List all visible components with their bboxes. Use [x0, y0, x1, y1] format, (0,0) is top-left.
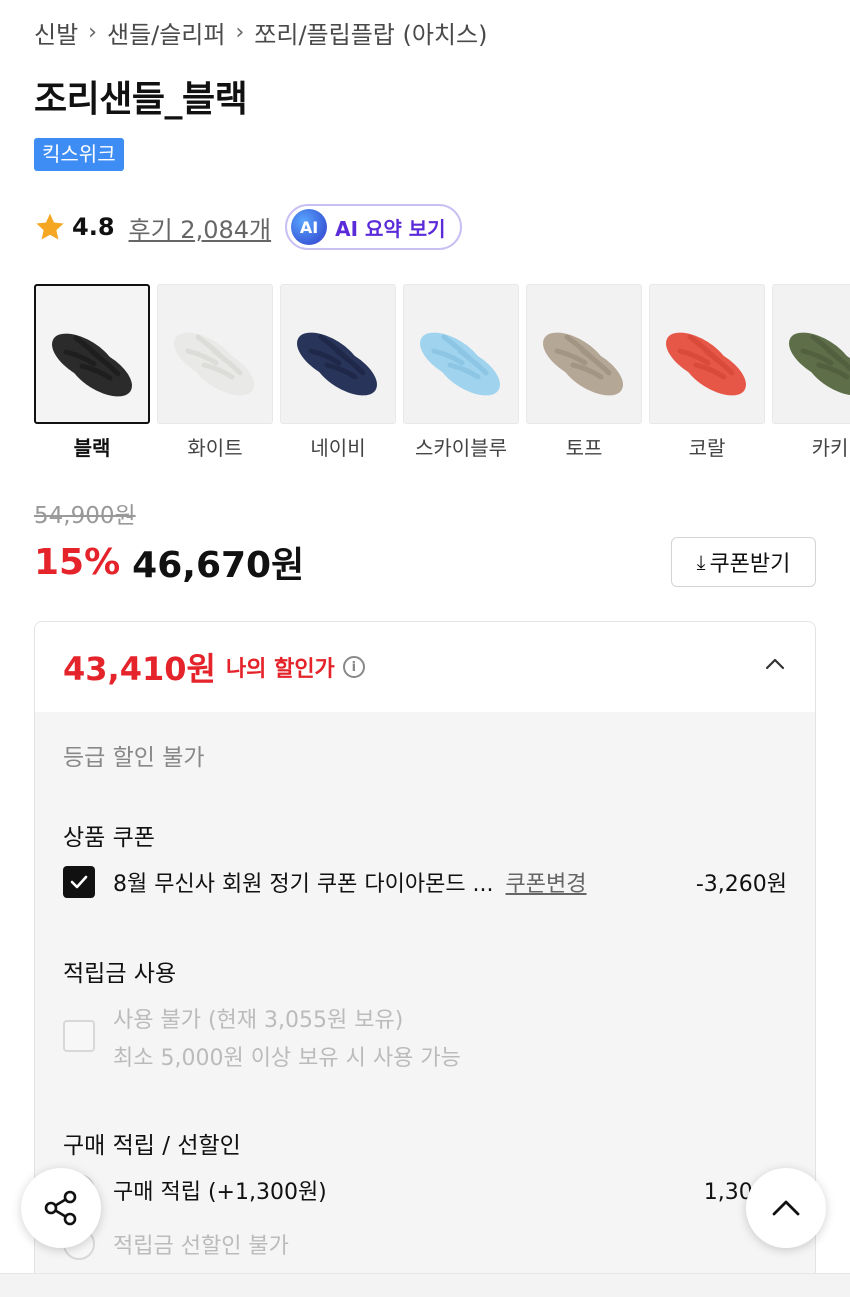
share-button[interactable]: [21, 1168, 101, 1248]
my-discount-price: 43,410원: [63, 650, 216, 688]
swatch-image: [157, 284, 273, 424]
breadcrumb-item-sandals[interactable]: 샌들/슬리퍼: [107, 15, 226, 50]
coupon-checkbox[interactable]: [63, 866, 95, 898]
color-swatch-7[interactable]: 카키: [772, 284, 850, 460]
ai-icon: AI: [291, 209, 328, 245]
share-icon: [44, 1190, 77, 1226]
scroll-top-icon: [772, 1200, 800, 1216]
swatch-image: [649, 284, 765, 424]
purchase-points-title: 구매 적립 / 선할인: [63, 1133, 241, 1159]
rating-value: 4.8: [72, 213, 115, 241]
rating-row: 4.8 후기 2,084개 AI AI 요약 보기: [34, 204, 462, 250]
color-swatch-4[interactable]: 스카이블루: [403, 284, 519, 460]
grade-discount-status: 등급 할인 불가: [63, 745, 205, 771]
info-icon[interactable]: i: [342, 656, 365, 678]
points-title: 적립금 사용: [63, 961, 177, 987]
ai-summary-label: AI 요약 보기: [335, 216, 446, 241]
review-link[interactable]: 후기 2,084개: [129, 210, 272, 245]
check-icon: [70, 875, 88, 889]
points-info: 사용 불가 (현재 3,055원 보유) 최소 5,000원 이상 보유 시 사…: [113, 1002, 461, 1078]
purchase-earn-row: 구매 적립 (+1,300원) 1,300원: [63, 1170, 787, 1210]
swatch-label: 토프: [565, 436, 603, 460]
price-row: 15% 46,670원: [34, 537, 304, 587]
product-title: 조리샌들_블랙: [34, 79, 248, 120]
coupon-name: 8월 무신사 회원 정기 쿠폰 다이아몬드 ...: [113, 872, 494, 897]
color-swatch-6[interactable]: 코랄: [649, 284, 765, 460]
swatch-label: 스카이블루: [415, 436, 507, 460]
swatch-label: 카키: [811, 436, 849, 460]
coupon-row: 8월 무신사 회원 정기 쿠폰 다이아몬드 ... 쿠폰변경 -3,260원: [63, 862, 787, 902]
breadcrumb: 신발 › 샌들/슬리퍼 › 쪼리/플립플랍 (아치스): [34, 14, 487, 50]
swatch-image: [526, 284, 642, 424]
chevron-up-icon[interactable]: [765, 654, 785, 674]
breadcrumb-item-flipflops[interactable]: 쪼리/플립플랍 (아치스): [254, 15, 487, 50]
swatch-label: 네이비: [310, 436, 366, 460]
original-price: 54,900원: [34, 503, 136, 529]
product-coupon-title: 상품 쿠폰: [63, 825, 155, 851]
chevron-right-icon: ›: [88, 19, 97, 45]
color-swatch-5[interactable]: 토프: [526, 284, 642, 460]
color-swatch-list: 블랙 화이트 네이비 스카이블루 토프 코랄 카키: [34, 284, 850, 460]
my-discount-label: 나의 할인가: [225, 657, 335, 682]
my-discount-panel: 43,410원 나의 할인가 i 등급 할인 불가 상품 쿠폰 8월 무신사 회…: [34, 621, 816, 1297]
color-swatch-2[interactable]: 화이트: [157, 284, 273, 460]
pre-discount-row: 적립금 선할인 불가: [63, 1224, 787, 1264]
color-swatch-3[interactable]: 네이비: [280, 284, 396, 460]
points-row: 사용 불가 (현재 3,055원 보유) 최소 5,000원 이상 보유 시 사…: [63, 1002, 787, 1082]
chevron-right-icon: ›: [235, 19, 245, 45]
breadcrumb-item-shoes[interactable]: 신발: [34, 15, 78, 50]
bottom-bar: [0, 1273, 850, 1297]
swatch-image: [280, 284, 396, 424]
pre-discount-label: 적립금 선할인 불가: [113, 1234, 289, 1259]
coupon-amount: -3,260원: [695, 872, 787, 897]
color-swatch-1[interactable]: 블랙: [34, 284, 150, 460]
star-icon: [36, 213, 64, 240]
purchase-earn-label: 구매 적립 (+1,300원): [113, 1180, 327, 1205]
swatch-label: 블랙: [73, 436, 111, 460]
download-coupon-button[interactable]: ⤓ 쿠폰받기: [671, 537, 816, 587]
discount-rate: 15%: [34, 541, 121, 583]
my-discount-header[interactable]: 43,410원 나의 할인가 i: [35, 622, 815, 712]
swatch-image: [403, 284, 519, 424]
swatch-label: 코랄: [688, 436, 726, 460]
swatch-label: 화이트: [187, 436, 243, 460]
points-requirement: 최소 5,000원 이상 보유 시 사용 가능: [113, 1046, 461, 1071]
scroll-top-button[interactable]: [746, 1168, 826, 1248]
brand-tag[interactable]: 킥스위크: [34, 138, 124, 171]
sale-price: 46,670원: [132, 545, 305, 586]
change-coupon-link[interactable]: 쿠폰변경: [506, 866, 587, 898]
points-checkbox[interactable]: [63, 1020, 95, 1052]
swatch-image: [772, 284, 850, 424]
points-status: 사용 불가 (현재 3,055원 보유): [113, 1008, 404, 1033]
coupon-button-label: 쿠폰받기: [709, 552, 791, 577]
download-icon: ⤓: [696, 550, 706, 574]
swatch-image: [34, 284, 150, 424]
ai-summary-button[interactable]: AI AI 요약 보기: [285, 204, 462, 250]
